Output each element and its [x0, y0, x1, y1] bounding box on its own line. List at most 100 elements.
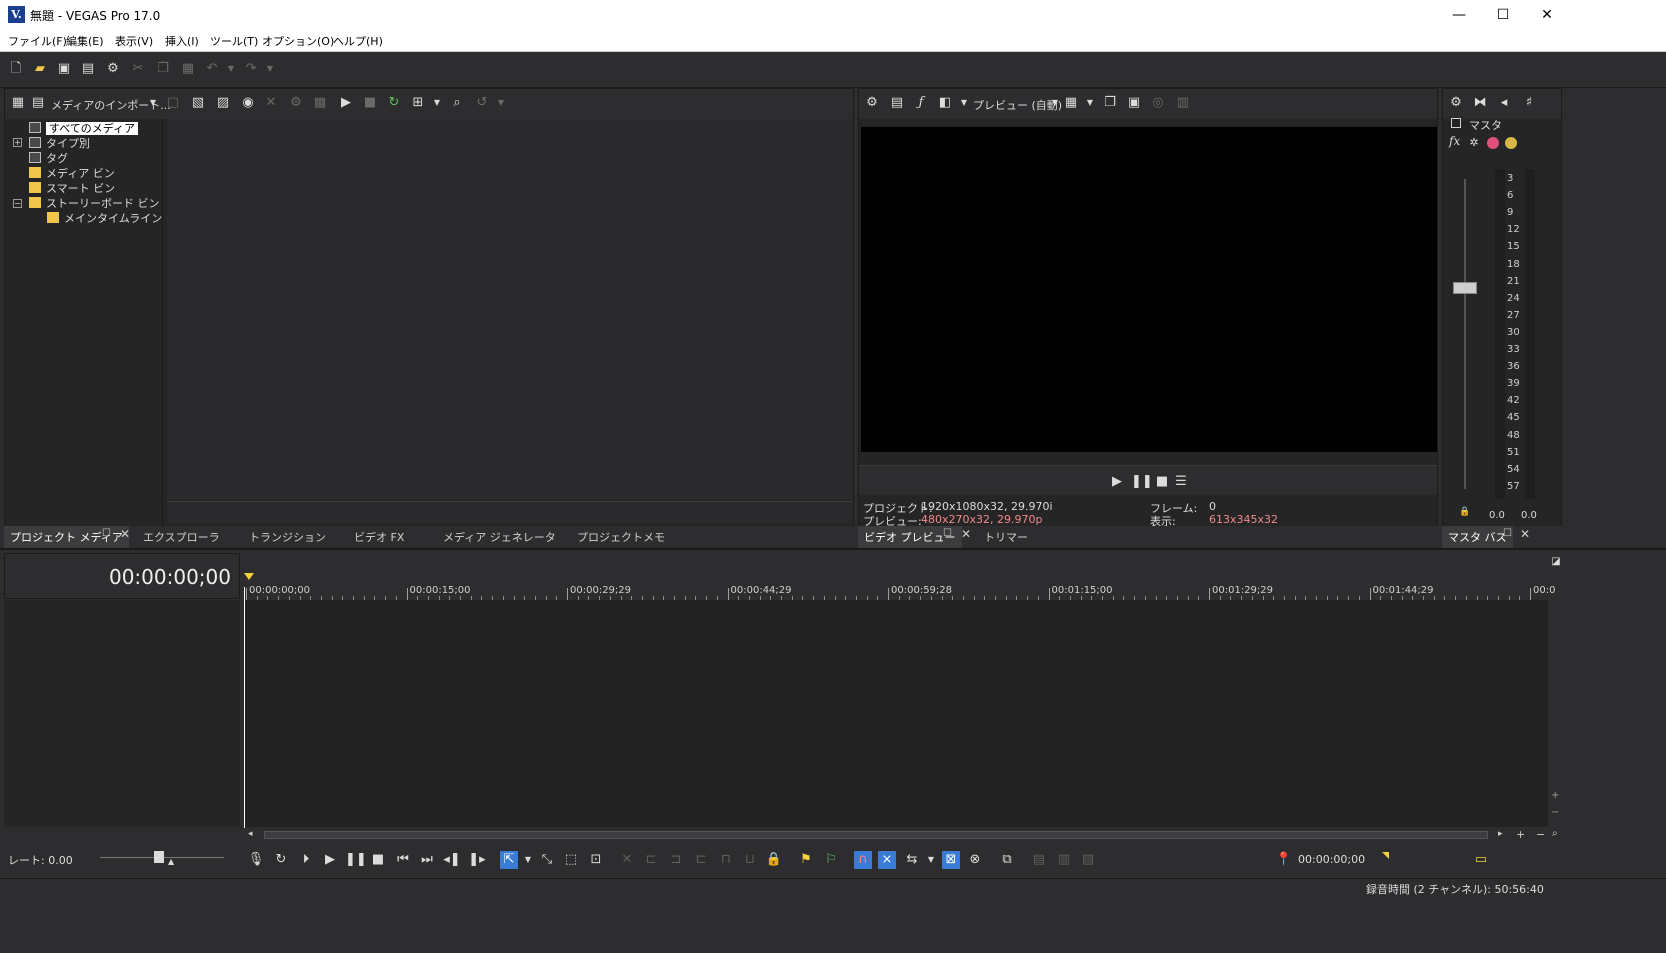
- capture-icon[interactable]: ▢: [165, 95, 181, 111]
- master-checkbox[interactable]: [1451, 118, 1461, 128]
- horizontal-scrollbar[interactable]: ◂ ▸ + − ⌕: [244, 828, 1566, 842]
- refresh-icon[interactable]: ↺: [474, 95, 490, 111]
- tree-item-main-timeline[interactable]: メインタイムライン: [47, 211, 162, 226]
- region-icon[interactable]: ◪: [1548, 554, 1564, 570]
- media-generator-icon[interactable]: ▩: [312, 95, 328, 111]
- menu-options[interactable]: オプション(O): [262, 33, 334, 49]
- tree-item-by-type[interactable]: タイプ別: [29, 136, 90, 151]
- selection-tool-icon[interactable]: ⬚: [562, 851, 580, 869]
- selection-start-icon[interactable]: [1382, 852, 1389, 859]
- timeline-play-icon[interactable]: ▶: [321, 851, 339, 869]
- maximize-button[interactable]: ☐: [1480, 0, 1526, 30]
- vertical-scrollbar[interactable]: + −: [1548, 600, 1564, 827]
- close-tab-icon[interactable]: ✕: [1520, 527, 1530, 541]
- zoom-tool-icon[interactable]: ⊡: [587, 851, 605, 869]
- redo-dropdown-icon[interactable]: ▼: [262, 61, 278, 77]
- loop-region-icon[interactable]: ▭: [1472, 851, 1490, 869]
- new-file-icon[interactable]: 🗋: [8, 61, 24, 77]
- menu-tools[interactable]: ツール(T): [210, 33, 258, 49]
- envelope-tool-icon[interactable]: ⤡: [538, 851, 556, 869]
- undo-icon[interactable]: ↶: [204, 61, 220, 77]
- group-icon[interactable]: ⧉: [998, 851, 1016, 869]
- video-fx-icon[interactable]: ƒ: [913, 95, 929, 111]
- overlays-dropdown-icon[interactable]: ▼: [1082, 95, 1098, 111]
- loop-playback-icon[interactable]: ↻: [272, 851, 290, 869]
- master-properties-gear-icon[interactable]: ⚙: [1448, 95, 1464, 111]
- play-from-start-icon[interactable]: ⏵: [297, 851, 315, 869]
- menu-edit[interactable]: 編集(E): [66, 33, 104, 49]
- tree-item-tags[interactable]: タグ: [29, 151, 68, 166]
- auto-ripple-icon[interactable]: ⇆: [903, 851, 921, 869]
- render-as-icon[interactable]: ▤: [80, 61, 96, 77]
- insert-marker-icon[interactable]: ⚑: [797, 851, 815, 869]
- pause-icon[interactable]: ❚❚: [1131, 474, 1153, 490]
- stop-media-icon[interactable]: ■: [362, 95, 378, 111]
- tab-project-notes[interactable]: プロジェクトメモ: [571, 526, 671, 548]
- split-icon[interactable]: ⊓: [717, 851, 735, 869]
- lock-envelopes-icon[interactable]: ⊠: [942, 851, 960, 869]
- ripple-dropdown-icon[interactable]: ▼: [922, 851, 940, 869]
- redo-icon[interactable]: ↷: [243, 61, 259, 77]
- preview-properties-gear-icon[interactable]: ⚙: [864, 95, 880, 111]
- edit-tool-dropdown-icon[interactable]: ▼: [519, 851, 537, 869]
- snapping-magnet-icon[interactable]: ∩: [854, 851, 872, 869]
- timeline-track-area[interactable]: [244, 600, 1548, 827]
- zoom-out-horizontal-icon[interactable]: −: [1536, 828, 1545, 841]
- refresh-dropdown-icon[interactable]: ▼: [493, 95, 509, 111]
- lock-event-icon[interactable]: 🔒: [765, 851, 783, 869]
- master-fader-handle[interactable]: [1453, 282, 1477, 294]
- cut-icon[interactable]: ✂: [130, 61, 146, 77]
- media-list-area[interactable]: [167, 119, 853, 499]
- remove-unused-icon[interactable]: ▨: [215, 95, 231, 111]
- split-screen-icon[interactable]: ◧: [937, 95, 953, 111]
- preview-render-icon[interactable]: ▥: [1055, 851, 1073, 869]
- timeline-pause-icon[interactable]: ❚❚: [345, 851, 367, 869]
- dock-splitter[interactable]: [0, 548, 1666, 550]
- paste-icon[interactable]: ▦: [180, 61, 196, 77]
- tab-master-bus[interactable]: マスタ バス: [1442, 526, 1513, 548]
- split-dropdown-icon[interactable]: ▼: [956, 95, 972, 111]
- menu-file[interactable]: ファイル(F): [8, 33, 67, 49]
- stop-icon[interactable]: ■: [1154, 474, 1170, 490]
- play-media-icon[interactable]: ▶: [338, 95, 354, 111]
- tab-media-generators[interactable]: メディア ジェネレータ: [437, 526, 562, 548]
- quality-dropdown-icon[interactable]: ▼: [1047, 95, 1063, 111]
- media-fx-icon[interactable]: ◉: [240, 95, 256, 111]
- zoom-tool-icon[interactable]: ⌕: [1552, 828, 1558, 839]
- close-tab-icon[interactable]: ✕: [120, 527, 130, 541]
- preview-device-icon[interactable]: ▤: [889, 95, 905, 111]
- scroll-right-icon[interactable]: ▸: [1498, 829, 1503, 839]
- close-tab-icon[interactable]: ✕: [961, 527, 971, 541]
- views-icon[interactable]: ⊞: [410, 95, 426, 111]
- dim-output-icon[interactable]: ◂: [1496, 95, 1512, 111]
- expand-by-type-icon[interactable]: +: [13, 138, 22, 147]
- snapshot-timeline-icon[interactable]: ▧: [1079, 851, 1097, 869]
- tree-item-media-bin[interactable]: メディア ビン: [29, 166, 115, 181]
- record-mic-icon[interactable]: 🎙: [247, 851, 265, 869]
- downmix-icon[interactable]: ⧓: [1472, 95, 1488, 111]
- tab-explorer[interactable]: エクスプローラ: [137, 526, 226, 548]
- tree-item-storyboard-bin[interactable]: ストーリーボード ビン: [29, 196, 160, 211]
- collapse-storyboard-icon[interactable]: −: [13, 199, 22, 208]
- track-list-area[interactable]: [4, 600, 240, 827]
- close-window-button[interactable]: ✕: [1524, 0, 1570, 30]
- undock-icon[interactable]: ☐: [1503, 528, 1512, 539]
- play-icon[interactable]: ▶: [1109, 474, 1125, 490]
- hdr-icon[interactable]: ▥: [1175, 95, 1191, 111]
- tab-video-fx[interactable]: ビデオ FX: [348, 526, 410, 548]
- undo-dropdown-icon[interactable]: ▼: [223, 61, 239, 77]
- previous-frame-icon[interactable]: ◂❚: [443, 851, 461, 869]
- menu-insert[interactable]: 挿入(I): [165, 33, 199, 49]
- save-icon[interactable]: ▣: [56, 61, 72, 77]
- preview-menu-icon[interactable]: ☰: [1173, 474, 1189, 490]
- get-media-icon[interactable]: ▧: [190, 95, 206, 111]
- undock-icon[interactable]: ☐: [102, 528, 111, 539]
- timeline-stop-icon[interactable]: ■: [369, 851, 387, 869]
- rate-slider-handle[interactable]: [154, 851, 164, 863]
- rate-reset-icon[interactable]: ▲: [168, 857, 174, 866]
- trim-start-icon[interactable]: ⊐: [667, 851, 685, 869]
- auto-preview-icon[interactable]: ↻: [386, 95, 402, 111]
- overlays-grid-icon[interactable]: ▦: [1063, 95, 1079, 111]
- zoom-out-vertical-icon[interactable]: −: [1551, 807, 1559, 818]
- normal-edit-tool-icon[interactable]: ⇱: [500, 851, 518, 869]
